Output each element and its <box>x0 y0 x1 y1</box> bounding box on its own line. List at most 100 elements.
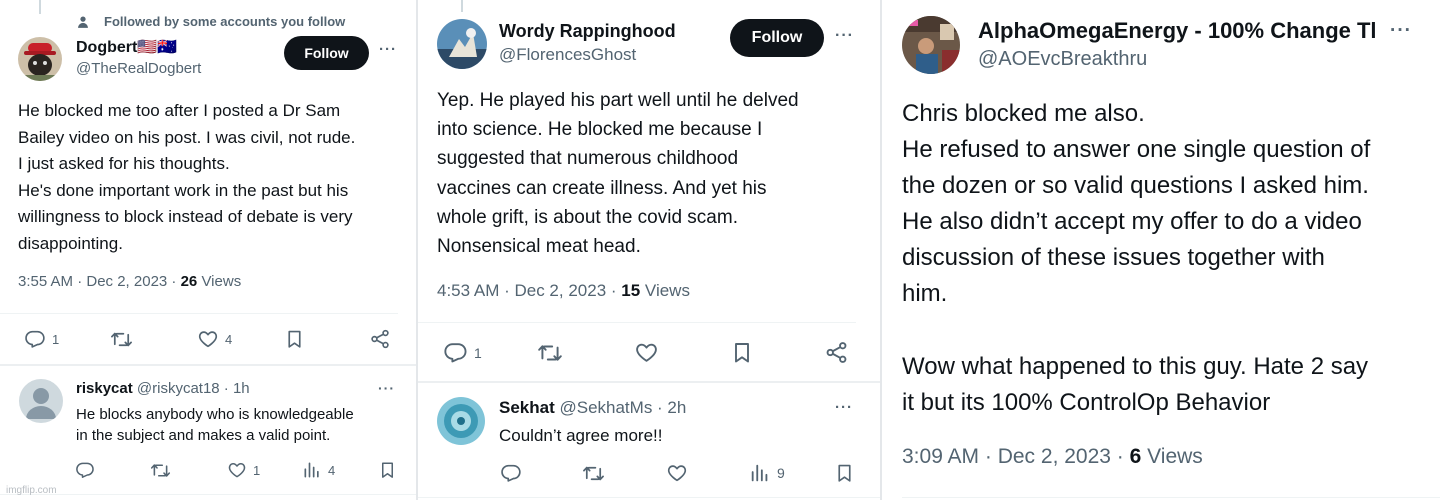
repost-icon <box>537 340 563 366</box>
reply-icon <box>24 328 46 350</box>
like-button[interactable]: 1 <box>227 460 260 480</box>
thread-line <box>461 0 463 12</box>
reply-count: 1 <box>474 344 482 361</box>
author-handle[interactable]: @TheRealDogbert <box>76 60 201 77</box>
tweet-panel-1: Followed by some accounts you follow Dog… <box>0 0 416 500</box>
like-button[interactable] <box>666 462 694 484</box>
repost-icon <box>150 460 171 481</box>
avatar[interactable] <box>902 16 960 74</box>
reply-button[interactable] <box>500 462 528 484</box>
views-button[interactable]: 4 <box>302 460 335 480</box>
reply-text: He blocks anybody who is knowledgeable i… <box>76 406 354 444</box>
bookmark-icon <box>284 328 305 350</box>
reply-author-name[interactable]: Sekhat <box>499 398 555 417</box>
like-icon <box>197 328 219 350</box>
like-button[interactable] <box>634 340 665 365</box>
divider <box>418 497 880 498</box>
views-label: Views <box>640 281 690 300</box>
views-label: Views <box>1141 445 1203 468</box>
views-count: 15 <box>621 281 641 300</box>
views-button[interactable]: 9 <box>749 462 785 484</box>
author-handle[interactable]: @FlorencesGhost <box>499 45 636 65</box>
avatar[interactable] <box>19 379 63 423</box>
share-button[interactable] <box>824 340 849 365</box>
reply-icon <box>500 462 522 484</box>
like-icon <box>666 462 688 484</box>
views-icon <box>302 460 322 480</box>
views-count: 26 <box>180 273 198 290</box>
more-icon[interactable]: ··· <box>1390 20 1412 42</box>
like-button[interactable]: 4 <box>197 328 232 350</box>
tweet-time[interactable]: 3:55 AM · Dec 2, 2023 · <box>18 273 181 290</box>
bookmark-button[interactable] <box>284 328 305 350</box>
reply-icon <box>443 340 468 365</box>
bookmark-icon <box>730 340 754 365</box>
views-count: 9 <box>777 465 785 481</box>
social-context-text: Followed by some accounts you follow <box>104 14 346 29</box>
reply-author-meta[interactable]: @SekhatMs · 2h <box>555 398 686 417</box>
avatar[interactable] <box>437 397 485 445</box>
author-name[interactable]: Dogbert🇺🇸🇦🇺 <box>76 37 177 57</box>
repost-button[interactable] <box>582 462 611 485</box>
repost-icon <box>582 462 605 485</box>
like-count: 1 <box>253 462 261 478</box>
views-icon <box>749 462 771 484</box>
reply-button[interactable]: 1 <box>443 340 482 365</box>
reply-author-meta[interactable]: @riskycat18 · 1h <box>133 380 250 397</box>
like-icon <box>634 340 659 365</box>
reply-header: riskycat @riskycat18 · 1h <box>76 380 250 397</box>
tweet-meta: 3:09 AM · Dec 2, 2023 · 6 Views <box>902 445 1203 469</box>
more-icon[interactable]: ··· <box>378 380 395 396</box>
reply-icon <box>75 460 95 480</box>
bookmark-button[interactable] <box>730 340 754 365</box>
divider <box>418 322 856 323</box>
tweet-panel-2: Wordy Rappinghood @FlorencesGhost Follow… <box>418 0 880 500</box>
author-name[interactable]: AlphaOmegaEnergy - 100% Change Tl <box>978 18 1378 44</box>
avatar[interactable] <box>437 19 487 69</box>
share-icon <box>824 340 849 365</box>
tweet-time[interactable]: 4:53 AM · Dec 2, 2023 · <box>437 281 621 300</box>
reply-button[interactable] <box>75 460 101 480</box>
divider <box>0 313 398 314</box>
more-icon[interactable]: ··· <box>835 399 853 416</box>
reply-text: Couldn’t agree more!! <box>499 426 663 445</box>
person-icon <box>78 15 88 28</box>
like-icon <box>227 460 247 480</box>
tweet-meta: 3:55 AM · Dec 2, 2023 · 26 Views <box>18 273 241 290</box>
repost-icon <box>110 328 133 351</box>
more-icon[interactable]: ··· <box>379 41 397 58</box>
divider <box>902 497 1440 498</box>
follow-button[interactable]: Follow <box>730 19 824 57</box>
reply-author-name[interactable]: riskycat <box>76 380 133 397</box>
repost-button[interactable] <box>110 328 139 351</box>
reply-header: Sekhat @SekhatMs · 2h <box>499 398 686 418</box>
share-button[interactable] <box>369 328 391 350</box>
views-count: 6 <box>1129 445 1142 468</box>
tweet-text: Yep. He played his part well until he de… <box>437 90 799 258</box>
bookmark-icon <box>834 462 855 484</box>
share-icon <box>369 328 391 350</box>
repost-button[interactable] <box>150 460 177 481</box>
tweet-panel-3: AlphaOmegaEnergy - 100% Change Tl @AOEvc… <box>882 0 1440 500</box>
repost-button[interactable] <box>537 340 569 366</box>
thread-line <box>39 0 41 14</box>
bookmark-button[interactable] <box>378 460 397 480</box>
divider <box>0 364 416 366</box>
reply-count: 1 <box>52 331 60 347</box>
tweet-time[interactable]: 3:09 AM · Dec 2, 2023 · <box>902 445 1130 468</box>
tweet-text: Chris blocked me also. He refused to ans… <box>902 100 1371 416</box>
author-handle[interactable]: @AOEvcBreakthru <box>978 48 1147 71</box>
reply-button[interactable]: 1 <box>24 328 59 350</box>
social-context: Followed by some accounts you follow <box>76 14 345 29</box>
more-icon[interactable]: ··· <box>835 27 854 45</box>
divider <box>418 381 880 383</box>
views-label: Views <box>197 273 242 290</box>
bookmark-button[interactable] <box>834 462 855 484</box>
bookmark-icon <box>378 460 397 480</box>
author-name[interactable]: Wordy Rappinghood <box>499 21 676 42</box>
watermark: imgflip.com <box>6 485 57 496</box>
follow-button[interactable]: Follow <box>284 36 369 70</box>
avatar[interactable] <box>18 37 62 81</box>
tweet-meta: 4:53 AM · Dec 2, 2023 · 15 Views <box>437 281 690 301</box>
divider <box>0 494 416 495</box>
